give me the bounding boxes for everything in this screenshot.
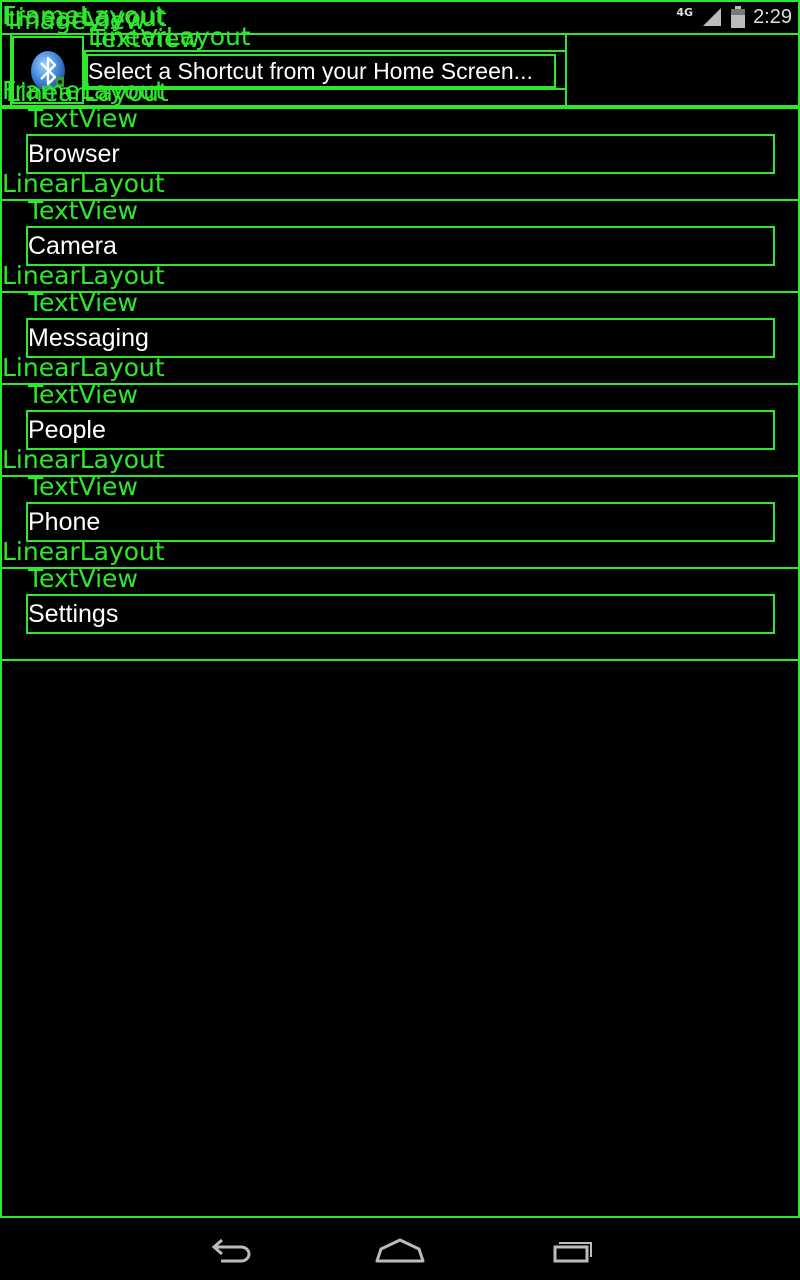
list-item-phone[interactable]: Phone [28,503,774,541]
list-item-browser[interactable]: Browser [28,135,774,173]
navigation-bar [0,1218,800,1280]
home-button[interactable] [370,1230,430,1270]
recents-button[interactable] [542,1230,602,1270]
recents-icon [553,1242,592,1263]
back-icon [211,1238,251,1263]
list-item-messaging[interactable]: Messaging [28,319,774,357]
back-button[interactable] [200,1230,260,1270]
bluetooth-shortcut-icon [16,40,80,102]
dialog-title: Select a Shortcut from your Home Screen.… [88,58,533,84]
list-item-people[interactable]: People [28,411,774,449]
list-item-camera[interactable]: Camera [28,227,774,265]
home-icon [375,1238,425,1263]
screen: 4G 2:29 Select a Shortcut from your Home… [0,0,800,1280]
list-item-settings[interactable]: Settings [28,595,774,633]
